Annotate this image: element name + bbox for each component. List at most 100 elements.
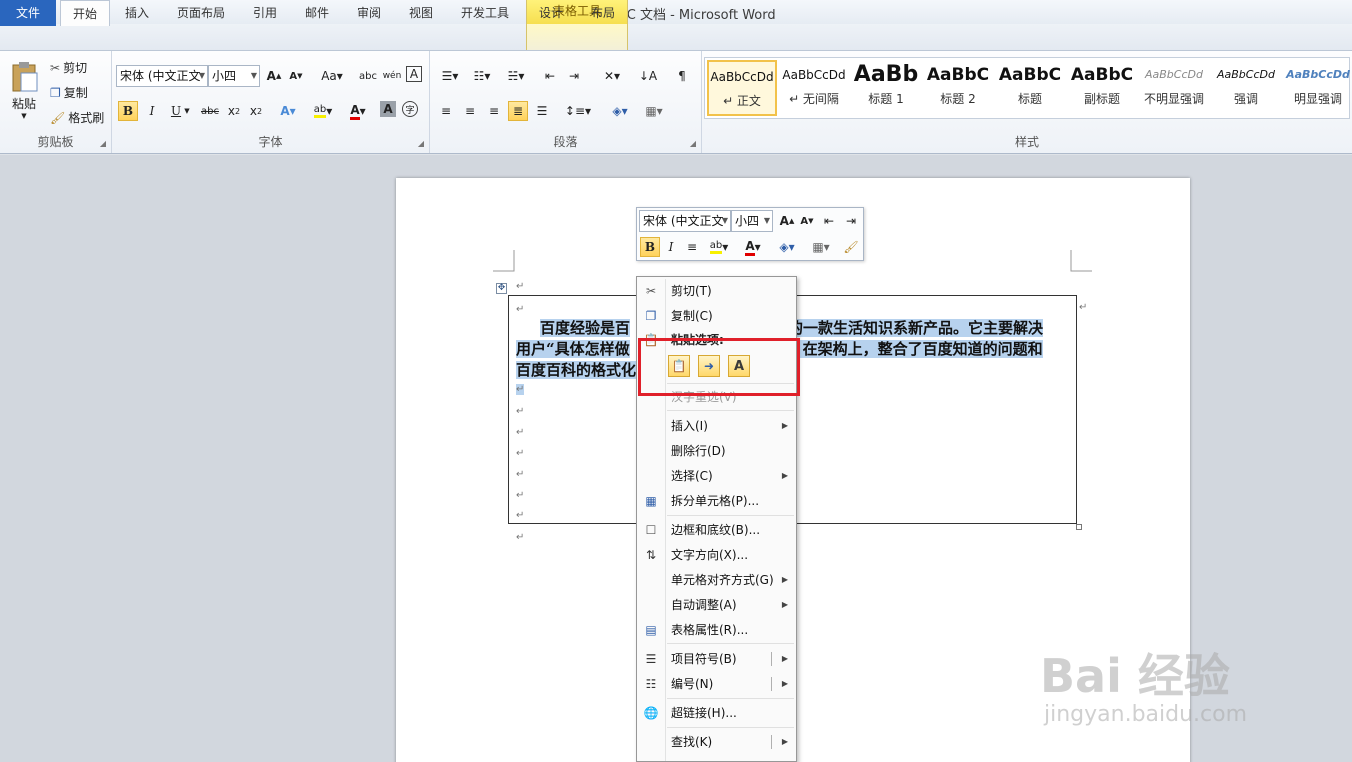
tab-layout[interactable]: 布局 [582,0,624,26]
show-marks-icon[interactable]: ¶ [672,66,692,86]
submenu-arrow-icon[interactable]: ▶ [782,648,788,670]
strikethrough-button[interactable]: abc [200,101,220,121]
tab-home[interactable]: 开始 [60,0,110,26]
borders-icon[interactable]: ▦▾ [640,101,668,121]
grow-font-icon[interactable]: A ▲ [264,66,284,86]
format-painter-button[interactable]: 🖌 格式刷 [50,109,104,126]
menu-item-autofit[interactable]: 自动调整(A) ▶ [639,594,794,616]
character-shading-icon[interactable]: A [380,101,396,117]
tab-view[interactable]: 视图 [400,0,442,26]
menu-item-select[interactable]: 选择(C) ▶ [639,465,794,487]
underline-dropdown-icon[interactable]: ▼ [182,101,192,121]
italic-button[interactable]: I [142,101,162,121]
multilevel-list-icon[interactable]: ☵▾ [502,66,530,86]
font-dialog-launcher-icon[interactable]: ◢ [418,139,424,148]
style-intense-emphasis[interactable]: AaBbCcDd 明显强调 [1283,60,1352,116]
tab-page-layout[interactable]: 页面布局 [168,0,234,26]
clear-formatting-icon[interactable]: abc [358,66,378,86]
menu-item-cut[interactable]: ✂ 剪切(T) [639,280,794,302]
mini-grow-font-icon[interactable]: A ▲ [777,211,797,231]
menu-item-numbering[interactable]: ☷ 编号(N) ▶ [639,673,794,695]
shrink-font-icon[interactable]: A ▼ [286,66,306,86]
menu-item-split-cells[interactable]: ▦ 拆分单元格(P)... [639,490,794,512]
tab-file[interactable]: 文件 [0,0,56,26]
increase-indent-icon[interactable]: ⇥ [564,66,584,86]
style-normal[interactable]: AaBbCcDd ↵ 正文 [707,60,777,116]
cut-button[interactable]: ✂ 剪切 [50,59,87,76]
submenu-arrow-icon[interactable]: ▶ [782,731,788,753]
style-title[interactable]: AaBbC 标题 [995,60,1065,116]
tab-developer[interactable]: 开发工具 [452,0,518,26]
mini-font-color-icon[interactable]: A ▾ [739,237,767,257]
menu-item-cell-alignment[interactable]: 单元格对齐方式(G) ▶ [639,569,794,591]
tab-insert[interactable]: 插入 [114,0,160,26]
sort-icon[interactable]: ↓A [638,66,658,86]
submenu-arrow-icon[interactable]: ▶ [782,673,788,695]
style-heading-1[interactable]: AaBb 标题 1 [851,60,921,116]
chinese-layout-icon[interactable]: ✕▾ [596,66,628,86]
style-name: 标题 2 [940,92,976,106]
menu-item-borders-shading[interactable]: ☐ 边框和底纹(B)... [639,519,794,541]
menu-item-insert[interactable]: 插入(I) ▶ [639,415,794,437]
character-border-icon[interactable]: A [406,66,422,82]
align-left-icon[interactable]: ≡ [436,101,456,121]
superscript-button[interactable]: x2 [246,101,266,121]
style-no-spacing[interactable]: AaBbCcDd ↵ 无间隔 [779,60,849,116]
menu-item-delete-row[interactable]: 删除行(D) [639,440,794,462]
mini-decrease-indent-icon[interactable]: ⇤ [819,211,839,231]
mini-center-icon[interactable]: ≡ [682,237,702,257]
bold-button[interactable]: B [118,101,138,121]
menu-item-bullets[interactable]: ☰ 项目符号(B) ▶ [639,648,794,670]
paste-button[interactable]: 粘贴 ▼ [4,55,44,125]
shading-icon[interactable]: ◈▾ [606,101,634,121]
font-name-combo[interactable]: 宋体 (中文正文 ▼ [116,65,208,87]
style-subtle-emphasis[interactable]: AaBbCcDd 不明显强调 [1139,60,1209,116]
subscript-button[interactable]: x2 [224,101,244,121]
mini-borders-icon[interactable]: ▦▾ [807,237,835,257]
mini-font-name-combo[interactable]: 宋体 (中文正文 ▼ [639,210,731,232]
menu-item-find[interactable]: 查找(K) ▶ [639,731,794,753]
style-preview: AaBbCcDd [782,68,846,82]
clipboard-dialog-launcher-icon[interactable]: ◢ [100,139,106,148]
font-size-combo[interactable]: 小四 ▼ [208,65,260,87]
style-name: ↵ 无间隔 [789,92,839,106]
justify-icon[interactable]: ≣ [508,101,528,121]
change-case-icon[interactable]: Aa▾ [318,66,346,86]
style-subtitle[interactable]: AaBbC 副标题 [1067,60,1137,116]
numbering-icon[interactable]: ☷▾ [468,66,496,86]
menu-item-table-properties[interactable]: ▤ 表格属性(R)... [639,619,794,641]
tab-mailings[interactable]: 邮件 [296,0,338,26]
mini-font-size-combo[interactable]: 小四 ▼ [731,210,773,232]
menu-item-text-direction[interactable]: ⇅ 文字方向(X)... [639,544,794,566]
line-spacing-icon[interactable]: ↕≡▾ [564,101,592,121]
decrease-indent-icon[interactable]: ⇤ [540,66,560,86]
mini-format-painter-icon[interactable]: 🖌 [841,237,861,257]
align-right-icon[interactable]: ≡ [484,101,504,121]
distributed-icon[interactable]: ☰ [532,101,552,121]
table-move-handle-icon[interactable]: ✥ [496,283,507,294]
tab-references[interactable]: 引用 [244,0,286,26]
highlight-color-icon[interactable]: ab ▾ [308,101,338,121]
table-resize-handle[interactable] [1076,524,1082,530]
submenu-arrow-icon: ▶ [781,471,788,480]
align-center-icon[interactable]: ≡ [460,101,480,121]
tab-review[interactable]: 审阅 [348,0,390,26]
bullets-icon[interactable]: ☰▾ [436,66,464,86]
menu-item-hyperlink[interactable]: 🌐 超链接(H)... [639,702,794,724]
mini-shading-icon[interactable]: ◈▾ [773,237,801,257]
copy-button[interactable]: ❐ 复制 [50,84,88,101]
mini-increase-indent-icon[interactable]: ⇥ [841,211,861,231]
enclose-characters-icon[interactable]: 字 [402,101,418,117]
menu-item-copy[interactable]: ❐ 复制(C) [639,305,794,327]
mini-highlight-icon[interactable]: ab ▾ [703,237,735,257]
style-emphasis[interactable]: AaBbCcDd 强调 [1211,60,1281,116]
mini-bold-button[interactable]: B [640,237,660,257]
mini-italic-button[interactable]: I [661,237,681,257]
style-heading-2[interactable]: AaBbC 标题 2 [923,60,993,116]
paragraph-dialog-launcher-icon[interactable]: ◢ [690,139,696,148]
tab-design[interactable]: 设计 [530,0,572,26]
font-color-icon[interactable]: A ▾ [344,101,372,121]
mini-shrink-font-icon[interactable]: A ▼ [797,211,817,231]
text-effects-icon[interactable]: A▾ [278,101,298,121]
phonetic-guide-icon[interactable]: wén [382,66,402,86]
